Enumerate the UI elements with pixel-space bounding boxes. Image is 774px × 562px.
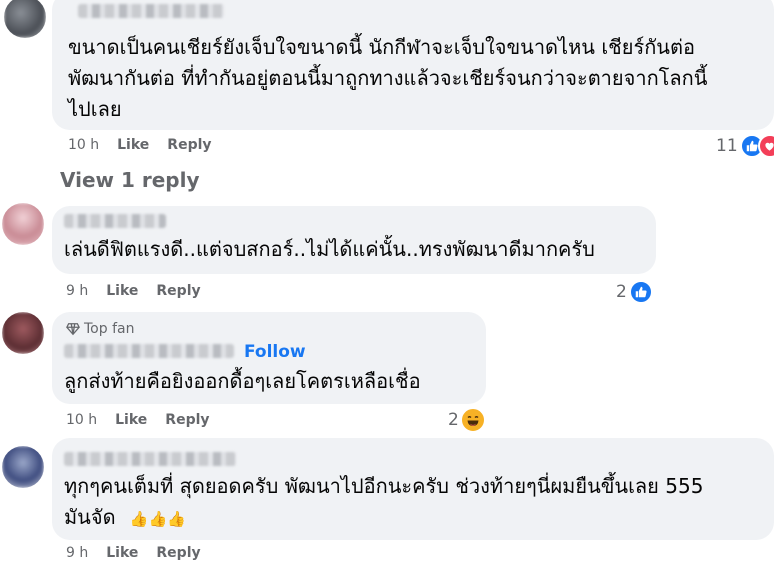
- comment-text-fragment: มันจัด: [64, 505, 116, 529]
- reaction-summary[interactable]: 2: [616, 280, 653, 304]
- thumbs-up-icon: [628, 280, 653, 304]
- reaction-count: 11: [716, 136, 738, 156]
- comment-bubble: เล่นดีฟิตแรงดี..แต่จบสกอร์..ไม่ได้แค่นั้…: [52, 206, 656, 274]
- comment-text-line: ไปเลย: [68, 97, 122, 121]
- comment-text-line: ลูกส่งท้ายคือยิงออกดื้อๆเลยโคตรเหลือเชื่…: [64, 369, 421, 393]
- follow-button[interactable]: Follow: [244, 342, 306, 362]
- comment-timestamp[interactable]: 9 h: [66, 545, 88, 561]
- reaction-summary[interactable]: 11: [716, 134, 774, 158]
- comment-text-line: ทุกๆคนเต็มที่ สุดยอดครับ พัฒนาไปอีกนะครั…: [64, 474, 704, 498]
- like-button[interactable]: Like: [106, 283, 138, 299]
- comment-actions: 10 h Like Reply: [66, 412, 228, 428]
- comment-timestamp[interactable]: 9 h: [66, 283, 88, 299]
- reaction-count: 2: [448, 410, 459, 430]
- reply-button[interactable]: Reply: [165, 412, 209, 428]
- thumbs-up-emoji-group: 👍👍👍: [129, 510, 186, 528]
- avatar[interactable]: [2, 446, 44, 488]
- reaction-summary[interactable]: 2: [448, 408, 485, 432]
- commenter-name-blurred[interactable]: [64, 452, 236, 466]
- comment-bubble: Top fan Follow ลูกส่งท้ายคือยิงออกดื้อๆเ…: [52, 312, 486, 404]
- top-fan-label: Top fan: [84, 321, 135, 337]
- comment-timestamp[interactable]: 10 h: [68, 137, 99, 153]
- comment-text-line: พัฒนากันต่อ ที่ทำกันอยู่ตอนนี้มาถูกทางแล…: [68, 66, 708, 90]
- avatar[interactable]: [4, 0, 46, 38]
- laughing-face-icon: [460, 408, 485, 432]
- avatar[interactable]: [2, 312, 44, 354]
- commenter-name-blurred[interactable]: [78, 4, 224, 18]
- comment-actions: 10 h Like Reply: [68, 137, 230, 153]
- comment-timestamp[interactable]: 10 h: [66, 412, 97, 428]
- commenter-name-blurred[interactable]: [64, 344, 234, 358]
- like-button[interactable]: Like: [106, 545, 138, 561]
- reply-button[interactable]: Reply: [156, 283, 200, 299]
- avatar[interactable]: [2, 203, 44, 245]
- comment-text-line: ขนาดเป็นคนเชียร์ยังเจ็บใจขนาดนี้ นักกีฬา…: [68, 35, 695, 59]
- reply-button[interactable]: Reply: [167, 137, 211, 153]
- top-fan-badge[interactable]: Top fan: [66, 321, 134, 337]
- comment-bubble: ขนาดเป็นคนเชียร์ยังเจ็บใจขนาดนี้ นักกีฬา…: [52, 0, 774, 130]
- reaction-count: 2: [616, 282, 627, 302]
- comment-actions: 9 h Like Reply: [66, 545, 219, 561]
- comment-bubble: ทุกๆคนเต็มที่ สุดยอดครับ พัฒนาไปอีกนะครั…: [52, 438, 774, 540]
- commenter-name-blurred[interactable]: [64, 214, 166, 228]
- like-button[interactable]: Like: [117, 137, 149, 153]
- view-replies-link[interactable]: View 1 reply: [60, 168, 200, 192]
- reply-button[interactable]: Reply: [156, 545, 200, 561]
- like-button[interactable]: Like: [115, 412, 147, 428]
- comment-text-line: เล่นดีฟิตแรงดี..แต่จบสกอร์..ไม่ได้แค่นั้…: [64, 237, 595, 261]
- comment-text-line: มันจัด 👍👍👍: [64, 502, 186, 535]
- comment-actions: 9 h Like Reply: [66, 283, 219, 299]
- diamond-icon: [66, 323, 80, 336]
